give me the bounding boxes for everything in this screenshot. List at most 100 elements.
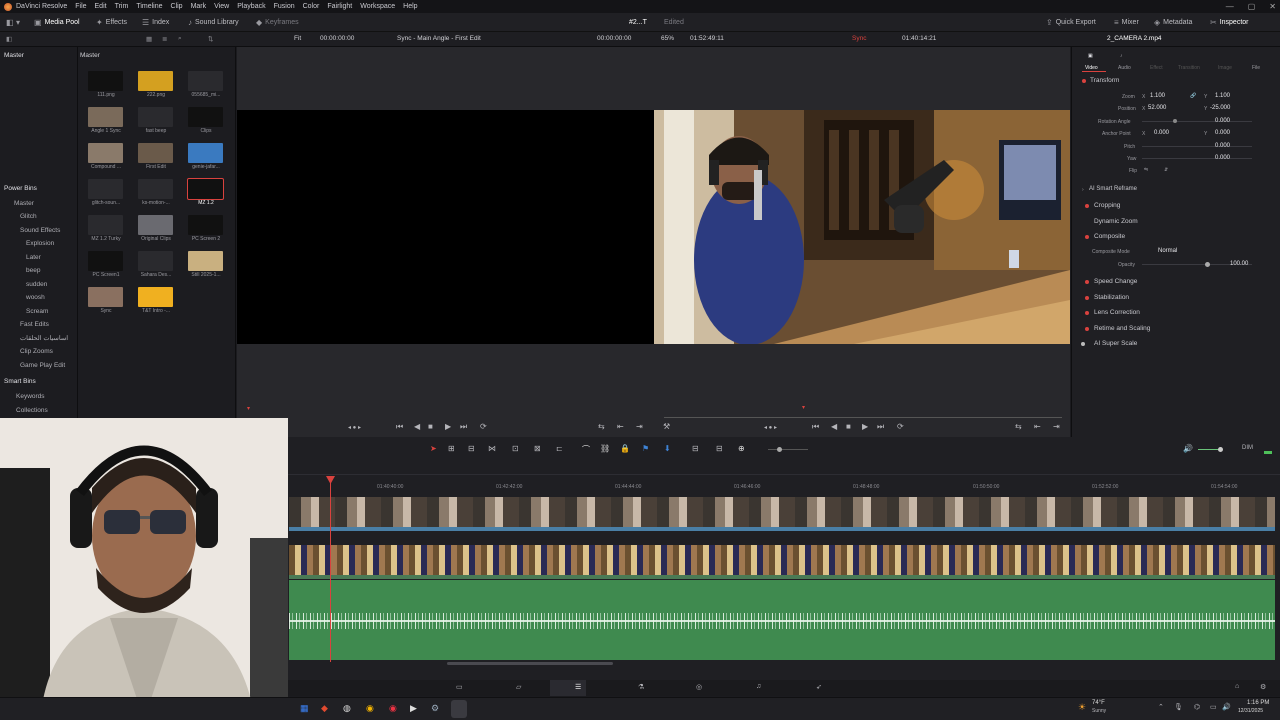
bin-item[interactable]: Master <box>14 200 34 207</box>
linked-selection-icon[interactable]: ⛓ <box>600 444 610 453</box>
media-clip-thumbnail[interactable] <box>188 107 223 127</box>
timeline-name-dropdown[interactable]: Sync - Main Angle - First Edit <box>397 35 481 42</box>
media-clip-thumbnail[interactable] <box>138 215 173 235</box>
src-first-frame-button[interactable]: ⏮ <box>396 422 403 432</box>
tab-file[interactable]: File <box>1252 65 1260 71</box>
media-clip-thumbnail[interactable] <box>138 251 173 271</box>
chrome-icon[interactable]: ◉ <box>366 703 374 714</box>
flip-horizontal-icon[interactable]: ⇋ <box>1144 167 1148 173</box>
bin-item[interactable]: sudden <box>26 281 47 288</box>
yaw-field[interactable]: 0.000 <box>1215 155 1230 161</box>
snapping-icon[interactable]: ⌒ <box>582 444 590 455</box>
zoom-y-field[interactable]: 1.100 <box>1215 93 1230 99</box>
deliver-page-icon[interactable]: ➶ <box>816 683 822 691</box>
home-icon[interactable]: ⌂ <box>1235 683 1239 690</box>
davinci-taskbar-icon[interactable] <box>451 700 467 718</box>
retime-enable-icon[interactable] <box>1085 327 1089 331</box>
video-track-1-clip[interactable] <box>289 545 1275 579</box>
menu-fairlight[interactable]: Fairlight <box>327 3 352 10</box>
video-tab-icon[interactable]: ▣ <box>1088 53 1093 59</box>
opacity-slider-handle[interactable] <box>1205 262 1210 267</box>
zoom-full-icon[interactable]: ⊟ <box>692 444 699 453</box>
speed-change-enable-icon[interactable] <box>1085 280 1089 284</box>
bin-item[interactable]: Game Play Edit <box>20 362 65 369</box>
smart-bin-item[interactable]: Collections <box>16 407 48 414</box>
composite-header[interactable]: Composite <box>1094 233 1125 240</box>
rotation-slider[interactable] <box>1142 121 1252 122</box>
tl-first-frame-button[interactable]: ⏮ <box>812 422 819 432</box>
menu-help[interactable]: Help <box>403 3 417 10</box>
fairlight-page-icon[interactable]: ♫ <box>756 683 761 690</box>
tab-effect[interactable]: Effect <box>1150 65 1163 71</box>
panel-toggle-icon[interactable]: ◧ <box>6 13 14 32</box>
brave-browser-icon[interactable]: ◆ <box>321 703 328 714</box>
menu-edit[interactable]: Edit <box>95 3 107 10</box>
rotation-field[interactable]: 0.000 <box>1215 118 1230 124</box>
zoom-dropdown[interactable]: 65% <box>661 35 674 42</box>
composite-mode-dropdown[interactable]: Normal <box>1158 248 1177 254</box>
tray-chevron-icon[interactable]: ⌃ <box>1158 703 1164 711</box>
opacity-field[interactable]: 100.00 <box>1230 261 1248 267</box>
video-track-2-clip[interactable] <box>289 497 1275 531</box>
media-clip-thumbnail[interactable] <box>188 251 223 271</box>
tl-out-icon[interactable]: ⇥ <box>1053 422 1060 431</box>
quick-export-button[interactable]: ⇪ Quick Export <box>1046 13 1096 32</box>
transform-header[interactable]: Transform <box>1090 77 1119 84</box>
metadata-button[interactable]: ◈ Metadata <box>1154 13 1192 32</box>
stabilization-enable-icon[interactable] <box>1085 296 1089 300</box>
media-clip-thumbnail[interactable] <box>188 215 223 235</box>
menu-trim[interactable]: Trim <box>115 3 129 10</box>
link-icon[interactable]: 🔗 <box>1190 93 1196 99</box>
insert-icon[interactable]: ⊟ <box>468 444 475 453</box>
media-clip-thumbnail[interactable] <box>88 215 123 235</box>
tl-jog-control[interactable]: ◂ ● ▸ <box>764 424 777 431</box>
media-clip-thumbnail[interactable] <box>88 71 123 91</box>
rotation-slider-handle[interactable] <box>1173 119 1177 123</box>
sync-dropdown[interactable]: Sync <box>852 35 866 42</box>
media-clip-thumbnail[interactable] <box>88 107 123 127</box>
media-player-icon[interactable]: ▶ <box>410 703 417 714</box>
monitor-icon[interactable]: ▭ <box>1210 703 1217 711</box>
speaker-icon[interactable]: 🔊 <box>1222 703 1231 711</box>
clock-time[interactable]: 1:16 PM <box>1247 700 1269 706</box>
close-icon[interactable]: ✕ <box>1269 2 1276 11</box>
audio-track-clip[interactable] <box>289 580 1275 660</box>
cut-page-icon[interactable]: ▱ <box>516 683 521 691</box>
audio-tab-icon[interactable]: ♪ <box>1120 53 1123 59</box>
bin-item[interactable]: اساسيات الحلقات <box>20 334 68 342</box>
sound-library-button[interactable]: ♪ Sound Library <box>188 13 239 32</box>
zoom-slider-handle[interactable] <box>777 447 782 452</box>
menu-clip[interactable]: Clip <box>171 3 183 10</box>
fusion-page-icon[interactable]: ⚗ <box>638 683 644 691</box>
menu-file[interactable]: File <box>75 3 86 10</box>
tl-in-icon[interactable]: ⇤ <box>1034 422 1041 431</box>
sidebar-toggle-icon[interactable]: ◧ <box>6 35 12 43</box>
dim-button[interactable]: DIM <box>1242 445 1253 451</box>
src-play-button[interactable]: ▶ <box>445 422 451 431</box>
cropping-enable-icon[interactable] <box>1085 204 1089 208</box>
src-jog-control[interactable]: ◂ ● ▸ <box>348 424 361 431</box>
src-match-frame-icon[interactable]: ⇆ <box>598 422 605 431</box>
grid-view-icon[interactable]: ▦ <box>146 35 152 43</box>
timeline-ruler[interactable]: 01:40:40:00 01:42:42:00 01:44:44:00 01:4… <box>289 481 1278 493</box>
tl-loop-button[interactable]: ⟳ <box>897 422 904 431</box>
tl-reverse-button[interactable]: ◀ <box>831 422 837 431</box>
menu-mark[interactable]: Mark <box>191 3 207 10</box>
blade-icon[interactable]: ⋈ <box>488 444 496 453</box>
weather-temp[interactable]: 74°F <box>1092 700 1105 706</box>
dynamic-zoom-header[interactable]: Dynamic Zoom <box>1094 218 1138 225</box>
super-scale-header[interactable]: AI Super Scale <box>1094 340 1137 347</box>
mixer-button[interactable]: ≡ Mixer <box>1114 13 1139 32</box>
transform-enable-icon[interactable] <box>1082 79 1086 83</box>
keyframes-button[interactable]: ◆ Keyframes <box>256 13 299 32</box>
marker-icon[interactable]: ⬇ <box>664 444 671 453</box>
media-clip-thumbnail[interactable] <box>88 179 123 199</box>
effects-button[interactable]: ✦ Effects <box>96 13 127 32</box>
sort-icon[interactable]: ⇅ <box>208 35 213 43</box>
media-clip-thumbnail[interactable] <box>88 251 123 271</box>
bin-master[interactable]: Master <box>4 52 24 59</box>
selection-tool-icon[interactable]: ➤ <box>430 444 437 453</box>
media-clip-thumbnail[interactable] <box>138 71 173 91</box>
source-viewer[interactable] <box>237 110 654 344</box>
replace-icon[interactable]: ⊠ <box>534 444 541 453</box>
